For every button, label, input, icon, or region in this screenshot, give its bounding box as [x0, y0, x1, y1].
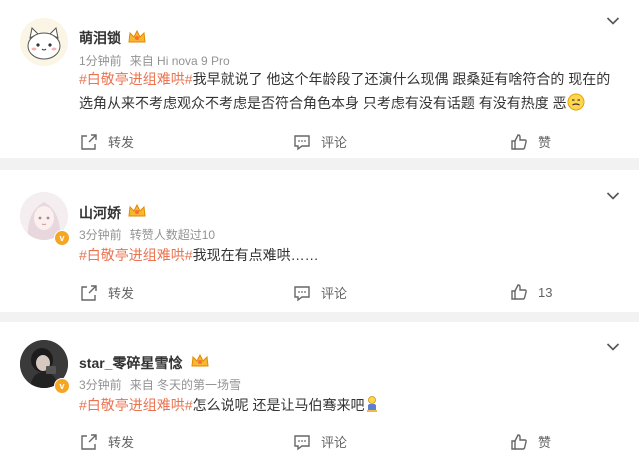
like-button[interactable]: 13: [510, 283, 552, 301]
repost-button[interactable]: 转发: [80, 432, 134, 451]
vip-crown-icon: [191, 353, 209, 367]
comment-button[interactable]: 评论: [293, 132, 347, 151]
username[interactable]: 山河娇: [79, 203, 121, 223]
timestamp: 3分钟前: [79, 378, 122, 392]
comment-meta: 3分钟前 来自 冬天的第一场雪: [79, 376, 249, 393]
repost-icon: [81, 133, 97, 150]
topic-link[interactable]: #白敬亭进组难哄#: [79, 247, 193, 263]
comment-button[interactable]: 评论: [293, 283, 347, 302]
chevron-down-icon[interactable]: [606, 342, 620, 352]
cat-avatar-icon: [20, 18, 68, 66]
comment-text: #白敬亭进组难哄#我现在有点难哄……: [79, 247, 319, 263]
repost-button[interactable]: 转发: [80, 283, 134, 302]
source: 来自 Hi nova 9 Pro: [129, 54, 230, 68]
avatar[interactable]: [20, 18, 68, 66]
username[interactable]: star_零碎星雪惗: [79, 353, 182, 373]
comment-icon: [294, 134, 310, 150]
thumbs-up-icon: [511, 433, 527, 450]
like-button[interactable]: 赞: [510, 132, 551, 151]
comment-icon: [294, 285, 310, 301]
repost-button[interactable]: 转发: [80, 132, 134, 151]
timestamp: 1分钟前: [79, 54, 122, 68]
vip-crown-icon: [128, 29, 146, 43]
source: 转赞人数超过10: [129, 228, 216, 242]
comment-button[interactable]: 评论: [293, 432, 347, 451]
repost-icon: [81, 433, 97, 450]
timestamp: 3分钟前: [79, 228, 122, 242]
verified-badge-icon: v: [54, 378, 70, 394]
emoji-disgust-icon: [567, 93, 585, 111]
source: 来自 冬天的第一场雪: [129, 378, 242, 392]
chevron-down-icon[interactable]: [606, 191, 620, 201]
comment-icon: [294, 434, 310, 450]
thumbs-up-icon: [511, 133, 527, 150]
comment-feed: 萌泪锁 1分钟前 来自 Hi nova 9 Pro #白敬亭进组难哄#我早就说了 …: [0, 0, 639, 459]
verified-badge-icon: v: [54, 230, 70, 246]
comment-text: #白敬亭进组难哄#怎么说呢 还是让马伯骞来吧: [79, 393, 619, 417]
username[interactable]: 萌泪锁: [79, 28, 121, 48]
vip-crown-icon: [128, 203, 146, 217]
like-button[interactable]: 赞: [510, 432, 551, 451]
emoji-figure-icon: [367, 396, 378, 412]
thumbs-up-icon: [511, 284, 527, 300]
topic-link[interactable]: #白敬亭进组难哄#: [79, 397, 193, 413]
chevron-down-icon[interactable]: [606, 16, 620, 26]
repost-icon: [81, 284, 97, 301]
comment-text: #白敬亭进组难哄#我早就说了 他这个年龄段了还演什么现偶 跟桑延有啥符合的 现在…: [79, 71, 611, 111]
comment-meta: 3分钟前 转赞人数超过10: [79, 226, 223, 243]
topic-link[interactable]: #白敬亭进组难哄#: [79, 71, 193, 87]
